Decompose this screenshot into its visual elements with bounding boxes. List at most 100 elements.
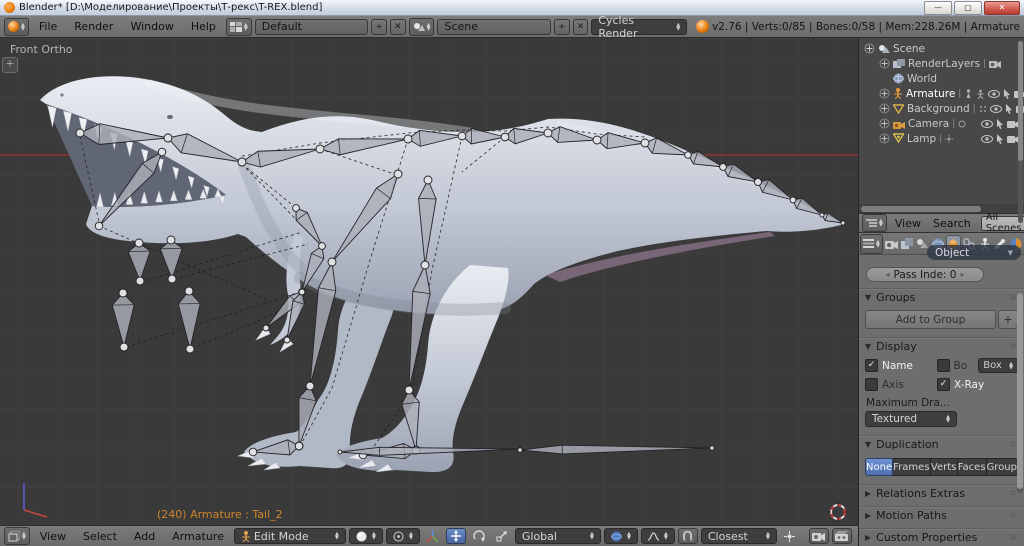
outliner-row-background[interactable]: Background | — [859, 101, 1024, 116]
visibility-eye-icon[interactable] — [988, 90, 1000, 98]
armature-data-icon — [964, 89, 973, 99]
scene-icon — [413, 22, 425, 32]
expand-toggle-icon[interactable] — [879, 118, 890, 129]
axis-checkbox[interactable]: Axis — [865, 378, 937, 391]
selectability-cursor-icon[interactable] — [1005, 104, 1013, 114]
armature-object-icon — [893, 88, 903, 99]
outliner-row-renderlayers[interactable]: RenderLayers | — [859, 56, 1024, 71]
render-engine-select[interactable]: Cycles Render ▲▼ — [591, 19, 687, 35]
duplication-verts-button[interactable]: Verts — [931, 458, 958, 476]
outliner-row-world[interactable]: World — [859, 71, 1024, 86]
outliner-editor-selector[interactable]: ▲▼ — [862, 214, 887, 232]
snap-element-select[interactable]: Closest ▲▼ — [701, 528, 777, 544]
delete-layout-button[interactable]: ✕ — [390, 19, 406, 35]
opengl-render-image-button[interactable] — [809, 528, 829, 544]
3d-viewport[interactable]: Front Ortho + (240) Armature : Tail_2 — [0, 38, 858, 525]
display-panel-header[interactable]: ▼ Display ≡ — [859, 337, 1024, 355]
visibility-eye-icon[interactable] — [981, 135, 993, 143]
expand-toggle-icon[interactable] — [879, 88, 890, 99]
screen-layout-icon-button[interactable]: ▲▼ — [226, 18, 252, 36]
name-checkbox[interactable]: ✓ Name — [865, 359, 937, 372]
groups-panel-header[interactable]: ▼ Groups ≡ — [859, 288, 1024, 306]
snap-target-button[interactable] — [780, 528, 800, 544]
selectability-cursor-icon[interactable] — [1003, 89, 1011, 99]
viewport-canvas[interactable] — [0, 38, 858, 525]
expand-toggle-icon[interactable] — [879, 103, 890, 114]
opengl-render-animation-button[interactable] — [832, 528, 852, 544]
menu-help[interactable]: Help — [184, 20, 223, 33]
layout-name-field[interactable]: Default — [255, 19, 369, 35]
properties-vertical-scrollbar[interactable] — [1017, 293, 1023, 493]
duplication-faces-button[interactable]: Faces — [958, 458, 987, 476]
view-menu[interactable]: View — [33, 530, 73, 543]
duplication-panel-header[interactable]: ▼ Duplication ≡ — [859, 435, 1024, 453]
expand-toggle-icon[interactable] — [879, 133, 890, 144]
draw-type-select[interactable]: Textured ▲▼ — [865, 411, 957, 427]
properties-editor-selector[interactable]: ▲▼ — [860, 234, 883, 254]
scale-manipulator-toggle[interactable] — [492, 528, 512, 544]
new-group-button[interactable]: + — [998, 310, 1018, 329]
outliner-search-menu[interactable]: Search — [929, 217, 975, 230]
editor-type-selector[interactable]: ▲▼ — [4, 18, 29, 36]
scene-icon-button[interactable]: ▲▼ — [409, 18, 435, 36]
proportional-edit-select[interactable]: ▲▼ — [641, 528, 675, 544]
orientation-sphere-icon — [611, 531, 622, 542]
menu-window[interactable]: Window — [123, 20, 180, 33]
relations-extras-panel-header[interactable]: ▶ Relations Extras ≡ — [859, 484, 1024, 502]
menu-render[interactable]: Render — [67, 20, 120, 33]
select-menu[interactable]: Select — [76, 530, 124, 543]
pivot-point-select[interactable]: ▲▼ — [386, 528, 420, 544]
outliner-row-scene[interactable]: Scene — [859, 41, 1024, 56]
outliner-row-camera[interactable]: Camera | — [859, 116, 1024, 131]
tab-render-layers[interactable] — [899, 235, 914, 253]
orientation-widget-select[interactable]: ▲▼ — [604, 528, 638, 544]
expand-toggle-icon[interactable] — [864, 43, 875, 54]
outliner-icon — [866, 218, 877, 228]
selectability-cursor-icon[interactable] — [996, 119, 1004, 129]
selectability-cursor-icon[interactable] — [996, 134, 1004, 144]
duplication-frames-button[interactable]: Frames — [893, 458, 930, 476]
transform-orientation-select[interactable]: Global ▲▼ — [515, 528, 601, 544]
viewport-shading-select[interactable]: ▲▼ — [349, 528, 383, 544]
close-button[interactable]: ✕ — [984, 1, 1020, 15]
manipulator-axes-toggle[interactable] — [423, 528, 443, 544]
outliner-view-menu[interactable]: View — [891, 217, 925, 230]
bounds-type-select[interactable]: Box ▲▼ — [978, 358, 1018, 373]
render-toggle-icon[interactable] — [989, 59, 1001, 68]
minimize-button[interactable]: — — [924, 1, 952, 15]
add-menu[interactable]: Add — [127, 530, 162, 543]
tab-render[interactable] — [884, 235, 899, 253]
xray-checkbox[interactable]: ✓ X-Ray — [937, 378, 1009, 391]
duplication-group-button[interactable]: Group — [987, 458, 1018, 476]
add-to-group-button[interactable]: Add to Group — [865, 310, 996, 329]
renderlayers-icon — [893, 59, 905, 69]
outliner-editor[interactable]: Scene RenderLayers | World Armature — [859, 38, 1024, 204]
scene-name-field[interactable]: Scene — [437, 19, 551, 35]
bounds-checkbox[interactable]: Bo — [937, 359, 977, 372]
mode-select[interactable]: Edit Mode ▲▼ — [234, 528, 346, 544]
region-expand-handle[interactable]: + — [2, 57, 18, 73]
visibility-eye-icon[interactable] — [990, 105, 1002, 113]
rotate-manipulator-toggle[interactable] — [469, 528, 489, 544]
motion-paths-panel-header[interactable]: ▶ Motion Paths ≡ — [859, 506, 1024, 524]
duplication-none-button[interactable]: None — [865, 458, 893, 476]
layout-grid-icon — [230, 22, 242, 32]
snap-toggle[interactable] — [678, 528, 698, 544]
custom-properties-panel-header[interactable]: ▶ Custom Properties ≡ — [859, 528, 1024, 546]
outliner-row-armature[interactable]: Armature | — [859, 86, 1024, 101]
delete-scene-button[interactable]: ✕ — [573, 19, 589, 35]
add-layout-button[interactable]: + — [371, 19, 387, 35]
translate-manipulator-toggle[interactable] — [446, 528, 466, 544]
pass-index-field[interactable]: ◂ Pass Inde: 0 ▸ — [866, 267, 984, 282]
menu-file[interactable]: File — [32, 20, 64, 33]
add-scene-button[interactable]: + — [554, 19, 570, 35]
magnet-icon — [682, 531, 693, 542]
blender-stats-logo-icon — [696, 20, 709, 33]
maximize-button[interactable]: ▢ — [954, 1, 982, 15]
visibility-eye-icon[interactable] — [981, 120, 993, 128]
viewport-editor-selector[interactable]: ▲▼ — [4, 527, 30, 545]
expand-toggle-icon[interactable] — [879, 58, 890, 69]
armature-menu[interactable]: Armature — [165, 530, 231, 543]
outliner-row-lamp[interactable]: Lamp | — [859, 131, 1024, 146]
outliner-vertical-scrollbar[interactable] — [1018, 41, 1023, 223]
